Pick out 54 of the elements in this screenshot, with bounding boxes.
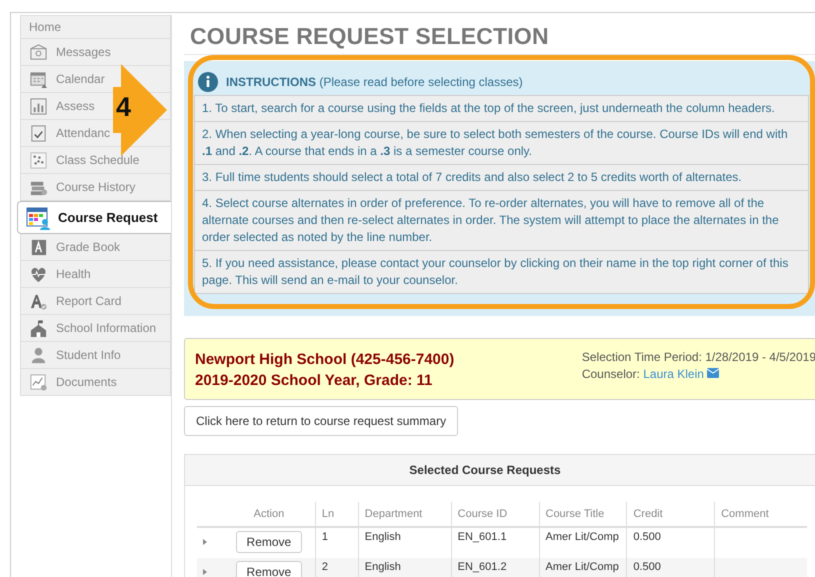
remove-button[interactable]: Remove	[236, 531, 302, 553]
step-number: 4	[116, 92, 132, 123]
envelope-icon[interactable]	[707, 368, 720, 378]
instruction-item: 1. To start, search for a course using the fields at the top of the screen, just underneath the column headers.	[194, 95, 809, 122]
bar-chart-icon	[29, 96, 48, 116]
table-cell: Amer Lit/Comp	[539, 558, 627, 577]
column-header: Comment	[714, 502, 807, 527]
table-cell: English	[358, 558, 452, 577]
expand-icon[interactable]	[203, 569, 207, 575]
column-header: Department	[358, 502, 452, 527]
schoolhouse-icon	[29, 318, 48, 338]
table-cell: 0.500	[626, 558, 715, 577]
summary-button[interactable]: Click here to return to course request summary	[184, 406, 458, 436]
calendar-person-icon	[26, 206, 50, 230]
sidebar-item[interactable]: Documents	[20, 369, 171, 396]
instruction-item: 2. When selecting a year-long course, be sure to select both semesters of the course. Course IDs will end with .1 and .2. A course that ends in a .3 is a semester course only.	[194, 122, 809, 165]
remove-button[interactable]: Remove	[236, 561, 302, 577]
checklist-icon	[29, 124, 48, 142]
grade-book-icon	[29, 238, 48, 256]
sidebar-item[interactable]: Grade Book	[20, 234, 171, 261]
column-header: Ln	[315, 502, 358, 527]
table-cell: EN_601.2	[451, 558, 539, 577]
instruction-item: 5. If you need assistance, please contact your counselor by clicking on their name in the top right corner of this page. This will send an e-mail to your counselor.	[194, 251, 809, 294]
document-chart-icon	[29, 372, 48, 392]
instruction-item: 3. Full time students should select a total of 7 credits and also select 2 to 5 credits worth of alternates.	[194, 165, 809, 191]
dot-grid-icon	[29, 150, 48, 170]
calendar-icon	[29, 70, 48, 88]
page-title: COURSE REQUEST SELECTION	[190, 23, 550, 50]
school-year: 2019-2020 School Year, Grade: 11	[195, 371, 434, 391]
sidebar-item[interactable]: Student Info	[20, 342, 171, 369]
sidebar-item[interactable]: Health	[20, 261, 171, 288]
info-icon	[198, 72, 218, 92]
envelope-icon	[29, 42, 48, 62]
table-cell: 2	[315, 558, 358, 577]
instruction-item: 4. Select course alternates in order of preference. To re-order alternates, you will have to remove all of the alternate courses and then re-select alternates in order. The system will attempt to place the alternates in the order selected as noted by the line number.	[194, 191, 809, 251]
selection-period: Selection Time Period: 1/28/2019 - 4/5/2019	[582, 349, 815, 366]
sidebar-item[interactable]: Class Schedule	[20, 147, 171, 174]
column-header: Course Title	[539, 502, 627, 527]
counselor-link[interactable]: Laura Klein	[643, 367, 704, 381]
sidebar-item[interactable]: School Information	[20, 315, 171, 342]
sidebar-item[interactable]: Home	[20, 15, 171, 39]
sidebar-item[interactable]: Course History	[20, 174, 171, 201]
instructions-header: INSTRUCTIONS (Please read before selecting classes)	[226, 75, 523, 89]
sidebar-item[interactable]: Messages	[20, 39, 171, 66]
sidebar-item[interactable]: Course Request	[17, 201, 172, 234]
column-header: Action	[222, 502, 316, 527]
column-header: Credit	[626, 502, 715, 527]
table-title: Selected Course Requests	[185, 455, 815, 486]
expand-icon[interactable]	[203, 539, 207, 545]
sidebar-item[interactable]: Report Card	[20, 288, 171, 315]
column-header: Course ID	[451, 502, 539, 527]
counselor-label: Counselor:	[582, 367, 640, 381]
school-name: Newport High School (425-456-7400)	[195, 350, 454, 370]
person-icon	[29, 346, 48, 364]
